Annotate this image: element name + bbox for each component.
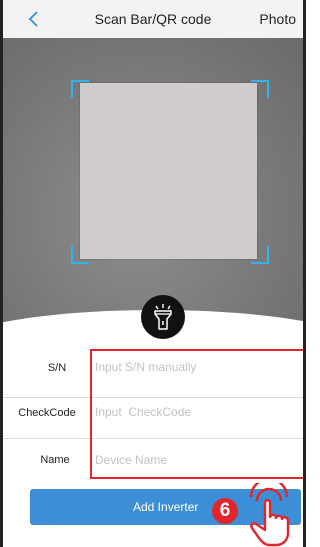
photo-button[interactable]: Photo (259, 11, 296, 27)
scan-frame-corner (251, 246, 269, 264)
step-badge: 6 (212, 498, 238, 524)
scanned-object (80, 83, 257, 259)
sn-label: S/N (47, 362, 67, 374)
page-title: Scan Bar/QR code (94, 11, 212, 27)
name-label: Name (40, 454, 70, 466)
navigation-bar: Scan Bar/QR code Photo (3, 0, 303, 39)
checkcode-label: CheckCode (18, 407, 76, 419)
flashlight-icon (154, 304, 172, 330)
scan-frame-corner (71, 80, 89, 98)
app-screen: Scan Bar/QR code Photo S/N CheckCode Nam… (0, 0, 306, 547)
highlight-box (90, 349, 303, 479)
scan-frame-corner (71, 246, 89, 264)
flashlight-button[interactable] (141, 295, 185, 339)
hand-pointer-icon (249, 483, 290, 547)
add-inverter-label: Add Inverter (133, 500, 199, 514)
scan-frame-corner (251, 80, 269, 98)
